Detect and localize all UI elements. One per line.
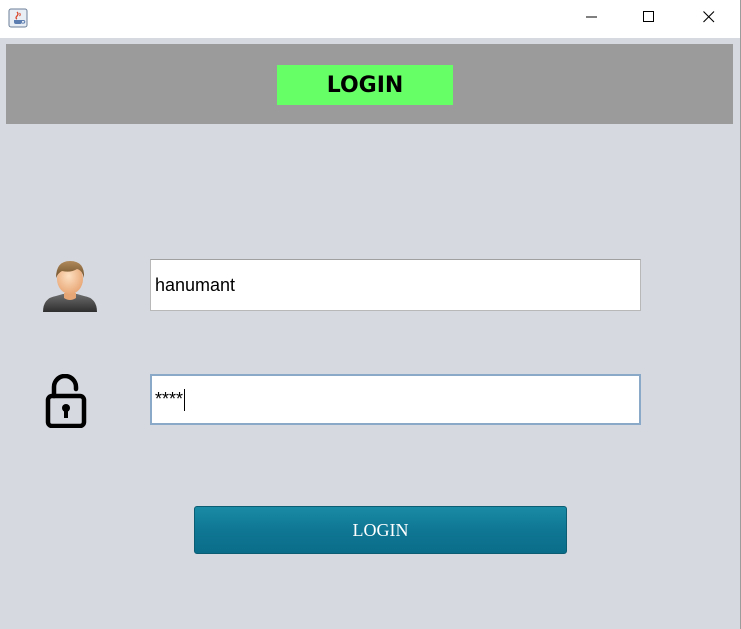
minimize-button[interactable] xyxy=(569,0,615,38)
close-button[interactable] xyxy=(686,0,732,38)
login-panel: LOGIN hanumant **** LOGIN xyxy=(0,38,740,629)
java-app-icon[interactable] xyxy=(8,8,28,28)
username-field[interactable]: hanumant xyxy=(150,259,641,311)
text-caret xyxy=(184,388,186,411)
maximize-icon xyxy=(643,10,655,28)
title-bar[interactable] xyxy=(0,0,740,38)
maximize-button[interactable] xyxy=(626,0,672,38)
password-masked-value: **** xyxy=(155,389,184,409)
username-value: hanumant xyxy=(155,274,236,295)
app-window: LOGIN hanumant **** LOGIN xyxy=(0,0,741,629)
header-bar: LOGIN xyxy=(6,44,733,124)
minimize-icon xyxy=(586,10,598,28)
user-avatar-icon xyxy=(40,255,100,315)
unlocked-padlock-icon xyxy=(44,373,88,429)
page-title: LOGIN xyxy=(277,65,453,105)
login-button[interactable]: LOGIN xyxy=(194,506,567,554)
password-field[interactable]: **** xyxy=(150,374,641,425)
close-icon xyxy=(703,10,715,28)
